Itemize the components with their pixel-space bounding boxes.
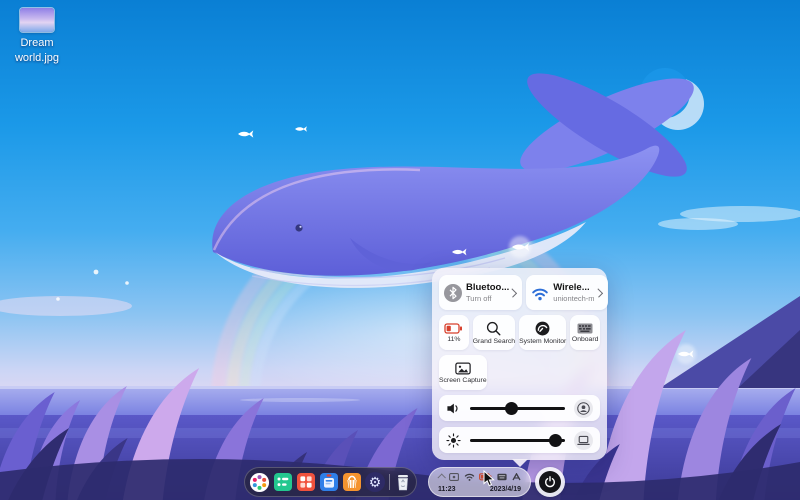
tray-keyboard[interactable] bbox=[497, 473, 507, 481]
launcher-icon bbox=[249, 472, 270, 493]
brightness-slider-knob[interactable] bbox=[549, 434, 562, 447]
volume-slider[interactable] bbox=[470, 407, 565, 410]
bluetooth-icon bbox=[443, 283, 463, 303]
tray-icons-row bbox=[438, 472, 521, 482]
clock-date: 2023/4/19 bbox=[490, 486, 521, 493]
chevron-right-icon bbox=[593, 288, 602, 297]
headset-icon bbox=[577, 402, 590, 415]
laptop-icon bbox=[577, 434, 590, 447]
clock-time: 11:23 bbox=[438, 486, 456, 493]
brightness-sun-icon bbox=[446, 433, 461, 448]
battery-percent: 11% bbox=[447, 336, 460, 343]
wifi-icon bbox=[530, 283, 550, 303]
clock-widget[interactable]: 11:23 2023/4/19 bbox=[438, 486, 521, 493]
wireless-card[interactable]: Wirele... uniontech-m bbox=[526, 275, 607, 310]
dock bbox=[244, 467, 417, 497]
wireless-title: Wirele... bbox=[553, 282, 594, 293]
tray-screen-recorder[interactable] bbox=[449, 473, 459, 481]
dock-item-file-manager[interactable] bbox=[319, 472, 339, 493]
onboard-tile[interactable]: Onboard bbox=[570, 315, 600, 350]
volume-slider-knob[interactable] bbox=[505, 402, 518, 415]
shutdown-button[interactable] bbox=[535, 467, 565, 497]
app-store-icon bbox=[342, 472, 362, 492]
file-manager-icon bbox=[319, 472, 339, 492]
power-icon bbox=[539, 471, 561, 493]
wifi-icon bbox=[464, 473, 475, 481]
tray-input-method[interactable] bbox=[512, 473, 521, 481]
screen-capture-label: Screen Capture bbox=[439, 377, 487, 384]
capture-row: Screen Capture bbox=[439, 355, 600, 390]
system-tray: 11:23 2023/4/19 bbox=[428, 467, 531, 497]
network-row: Bluetoo... Turn off Wirele... uniontech-… bbox=[439, 275, 600, 310]
image-thumbnail bbox=[20, 8, 54, 32]
chevron-up-icon bbox=[437, 473, 445, 481]
input-method-icon bbox=[512, 473, 521, 481]
search-icon bbox=[486, 321, 501, 336]
tray-battery[interactable] bbox=[479, 473, 492, 481]
onboard-label: Onboard bbox=[572, 336, 598, 343]
grand-search-label: Grand Search bbox=[473, 338, 515, 345]
dock-item-trash[interactable] bbox=[394, 472, 412, 493]
dock-item-launchpad[interactable] bbox=[273, 472, 293, 493]
dock-divider bbox=[389, 474, 390, 490]
speaker-icon bbox=[446, 401, 461, 416]
display-settings-button[interactable] bbox=[574, 431, 593, 450]
keyboard-icon bbox=[577, 323, 593, 334]
gear-icon bbox=[365, 472, 385, 492]
audio-output-button[interactable] bbox=[574, 399, 593, 418]
battery-icon bbox=[444, 323, 463, 334]
wallpaper-dream-world bbox=[0, 0, 800, 500]
brightness-slider[interactable] bbox=[470, 439, 565, 442]
desktop-file-label: Dream world.jpg bbox=[4, 36, 70, 66]
quick-tiles-row: 11% Grand Search System Monitor bbox=[439, 315, 600, 350]
dock-item-launcher[interactable] bbox=[249, 472, 270, 493]
control-center-panel: Bluetoo... Turn off Wirele... uniontech-… bbox=[432, 268, 607, 460]
brightness-slider-card bbox=[439, 427, 600, 453]
battery-icon bbox=[479, 473, 492, 481]
system-monitor-label: System Monitor bbox=[519, 338, 566, 345]
system-monitor-icon bbox=[535, 321, 550, 336]
tray-expand-button[interactable] bbox=[438, 474, 444, 480]
dock-item-app-market[interactable] bbox=[296, 472, 316, 493]
system-monitor-tile[interactable]: System Monitor bbox=[519, 315, 566, 350]
trash-icon bbox=[394, 473, 412, 492]
dock-item-control-center[interactable] bbox=[365, 472, 385, 493]
chevron-right-icon bbox=[508, 288, 517, 297]
bluetooth-title: Bluetoo... bbox=[466, 282, 509, 293]
desktop-file-dream-world[interactable]: Dream world.jpg bbox=[4, 8, 70, 66]
app-market-icon bbox=[296, 472, 316, 492]
desktop-screen: Dream world.jpg Bluetoo... Turn off bbox=[0, 0, 800, 500]
bluetooth-card[interactable]: Bluetoo... Turn off bbox=[439, 275, 522, 310]
wireless-network-name: uniontech-m bbox=[553, 294, 594, 303]
screen-recorder-icon bbox=[449, 473, 459, 481]
tray-wifi[interactable] bbox=[464, 473, 475, 481]
launchpad-icon bbox=[273, 472, 293, 492]
keyboard-icon bbox=[497, 473, 507, 481]
bluetooth-status: Turn off bbox=[466, 294, 509, 303]
battery-tile[interactable]: 11% bbox=[439, 315, 469, 350]
screen-capture-icon bbox=[455, 362, 471, 375]
dock-item-app-store[interactable] bbox=[342, 472, 362, 493]
volume-slider-card bbox=[439, 395, 600, 421]
screen-capture-tile[interactable]: Screen Capture bbox=[439, 355, 487, 390]
grand-search-tile[interactable]: Grand Search bbox=[473, 315, 515, 350]
